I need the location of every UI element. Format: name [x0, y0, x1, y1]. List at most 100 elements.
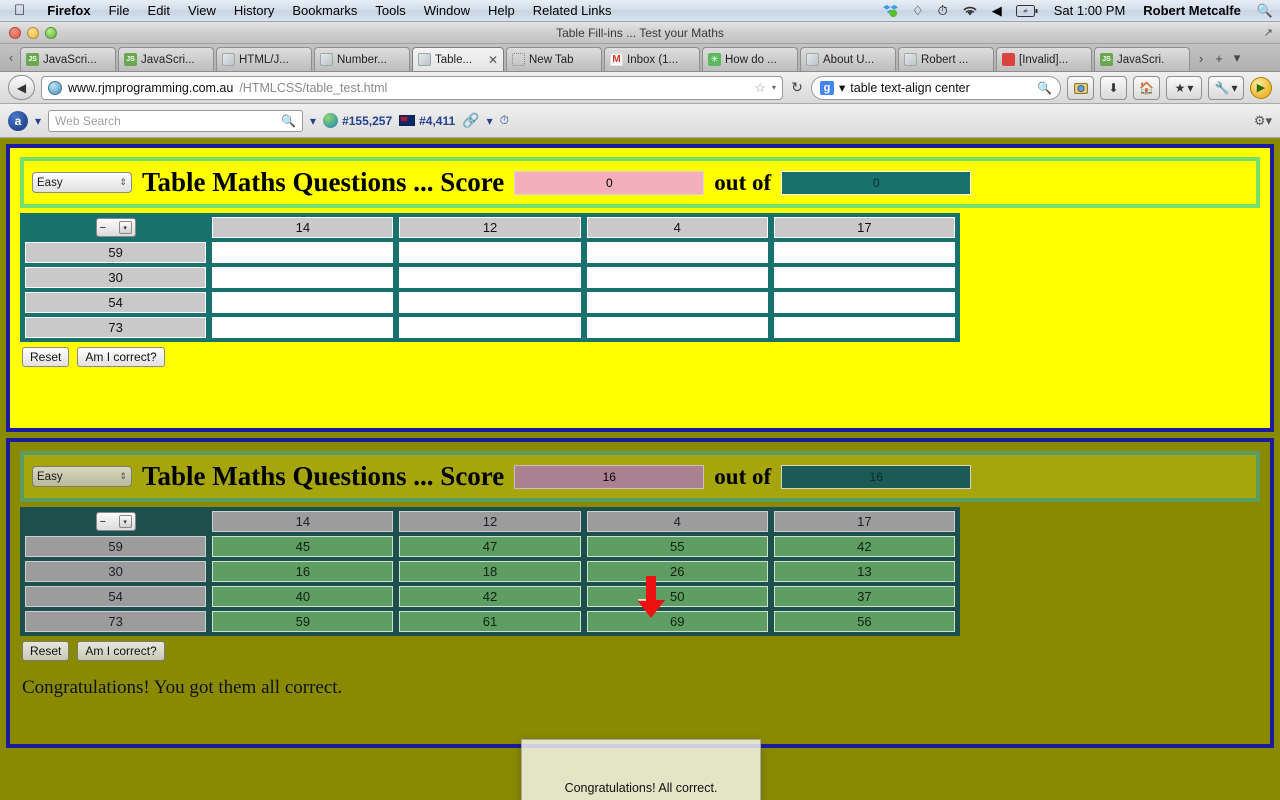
bookmarks-button[interactable]: ★ ▾ — [1166, 75, 1202, 100]
answer-cell[interactable] — [396, 315, 583, 340]
menu-item-related-links[interactable]: Related Links — [524, 3, 621, 18]
answer-cell[interactable]: 56 — [771, 609, 958, 634]
reset-button-top[interactable]: Reset — [22, 347, 70, 367]
answer-cell[interactable] — [396, 290, 583, 315]
answer-input[interactable] — [773, 267, 955, 288]
search-icon[interactable]: 🔍 — [281, 114, 296, 128]
answer-cell[interactable] — [396, 240, 583, 265]
answer-input[interactable]: 59 — [212, 611, 394, 632]
browser-tab-3[interactable]: Number... — [314, 47, 410, 71]
browser-tab-11[interactable]: JavaScri. — [1094, 47, 1190, 71]
browser-tab-6[interactable]: Inbox (1... — [604, 47, 700, 71]
chevron-down-icon[interactable]: ▾ — [310, 114, 316, 128]
search-input-value[interactable]: table text-align center — [850, 81, 970, 95]
menu-item-file[interactable]: File — [100, 3, 139, 18]
home-button[interactable]: 🏠 — [1133, 75, 1160, 100]
country-rank[interactable]: #4,411 — [399, 114, 455, 128]
browser-tab-0[interactable]: JavaScri... — [20, 47, 116, 71]
total-field-top[interactable]: 0 — [781, 170, 972, 195]
check-answers-button-top[interactable]: Am I correct? — [77, 347, 165, 367]
answer-cell[interactable]: 26 — [584, 559, 771, 584]
answer-input[interactable]: 26 — [586, 561, 768, 582]
answer-input[interactable]: 16 — [212, 561, 394, 582]
answer-input[interactable]: 55 — [586, 536, 768, 557]
bluetooth-icon[interactable]: ♢ — [905, 3, 931, 19]
new-tab-button[interactable]: + — [1210, 51, 1228, 71]
browser-tab-1[interactable]: JavaScri... — [118, 47, 214, 71]
answer-input[interactable]: 13 — [773, 561, 955, 582]
difficulty-select-top[interactable]: Easy ⇕ — [32, 172, 132, 193]
answer-input[interactable]: 37 — [773, 586, 955, 607]
answer-cell[interactable] — [584, 240, 771, 265]
answer-cell[interactable] — [396, 265, 583, 290]
tab-list-dropdown-icon[interactable]: ▾ — [1228, 50, 1246, 71]
reload-icon[interactable]: ↻ — [789, 79, 805, 96]
reader-mode-icon[interactable]: ▶ — [1250, 76, 1272, 99]
menu-item-help[interactable]: Help — [479, 3, 524, 18]
chevron-down-icon[interactable]: ▾ — [772, 83, 776, 92]
answer-input[interactable] — [212, 242, 394, 263]
web-search-input[interactable]: Web Search 🔍 — [48, 109, 304, 132]
back-button[interactable]: ◀ — [8, 75, 35, 100]
answer-input[interactable] — [212, 267, 394, 288]
answer-cell[interactable]: 42 — [771, 534, 958, 559]
answer-input[interactable]: 56 — [773, 611, 955, 632]
search-bar[interactable]: g ▾ table text-align center 🔍 — [811, 75, 1061, 100]
answer-cell[interactable]: 59 — [209, 609, 396, 634]
chevron-down-icon[interactable]: ▾ — [839, 80, 845, 95]
score-field-top[interactable]: 0 — [514, 170, 705, 195]
check-answers-button-bottom[interactable]: Am I correct? — [77, 641, 165, 661]
answer-input[interactable]: 47 — [399, 536, 581, 557]
menu-item-tools[interactable]: Tools — [366, 3, 414, 18]
tab-scroll-left-button[interactable]: ‹ — [2, 50, 20, 71]
browser-tab-8[interactable]: About U... — [800, 47, 896, 71]
apple-logo-icon[interactable]:  — [0, 3, 38, 18]
addons-button[interactable]: 🔧 ▾ — [1208, 75, 1244, 100]
answer-cell[interactable]: 37 — [771, 584, 958, 609]
answer-cell[interactable] — [771, 265, 958, 290]
search-icon[interactable]: 🔍 — [1037, 81, 1052, 95]
answer-cell[interactable] — [584, 315, 771, 340]
browser-tab-9[interactable]: Robert ... — [898, 47, 994, 71]
answer-cell[interactable]: 16 — [209, 559, 396, 584]
spotlight-search-icon[interactable]: 🔍 — [1250, 3, 1280, 19]
answer-cell[interactable] — [209, 240, 396, 265]
answer-cell[interactable] — [209, 290, 396, 315]
menu-item-window[interactable]: Window — [415, 3, 479, 18]
browser-tab-7[interactable]: How do ... — [702, 47, 798, 71]
menu-bar-clock[interactable]: Sat 1:00 PM — [1045, 3, 1135, 18]
gear-icon[interactable]: ⚙▾ — [1254, 113, 1272, 129]
answer-cell[interactable]: 45 — [209, 534, 396, 559]
answer-cell[interactable]: 50 — [584, 584, 771, 609]
answer-input[interactable] — [586, 292, 768, 313]
answer-cell[interactable] — [584, 265, 771, 290]
answer-input[interactable] — [399, 292, 581, 313]
answer-input[interactable] — [586, 317, 768, 338]
page-history-icon[interactable]: ⏱ — [500, 113, 509, 128]
answer-cell[interactable] — [584, 290, 771, 315]
menu-item-bookmarks[interactable]: Bookmarks — [283, 3, 366, 18]
answer-input[interactable] — [399, 242, 581, 263]
answer-input[interactable]: 42 — [399, 586, 581, 607]
answer-cell[interactable]: 61 — [396, 609, 583, 634]
answer-input[interactable]: 50 — [586, 586, 768, 607]
answer-cell[interactable]: 47 — [396, 534, 583, 559]
answer-input[interactable]: 61 — [399, 611, 581, 632]
answer-input[interactable]: 42 — [773, 536, 955, 557]
volume-icon[interactable]: ◀ — [985, 3, 1009, 19]
alexa-icon[interactable]: a — [8, 110, 28, 131]
score-field-bottom[interactable]: 16 — [514, 464, 705, 489]
screenshot-button[interactable] — [1067, 75, 1094, 100]
answer-cell[interactable] — [209, 265, 396, 290]
answer-input[interactable] — [212, 317, 394, 338]
browser-tab-5[interactable]: New Tab — [506, 47, 602, 71]
answer-input[interactable] — [773, 242, 955, 263]
answer-cell[interactable]: 42 — [396, 584, 583, 609]
answer-input[interactable] — [212, 292, 394, 313]
chevron-down-icon[interactable]: ▾ — [487, 114, 493, 128]
operator-select-bottom[interactable]: − ▾ — [95, 512, 136, 531]
wifi-icon[interactable] — [955, 5, 985, 17]
menu-item-edit[interactable]: Edit — [139, 3, 179, 18]
menu-item-view[interactable]: View — [179, 3, 225, 18]
difficulty-select-bottom[interactable]: Easy ⇕ — [32, 466, 132, 487]
